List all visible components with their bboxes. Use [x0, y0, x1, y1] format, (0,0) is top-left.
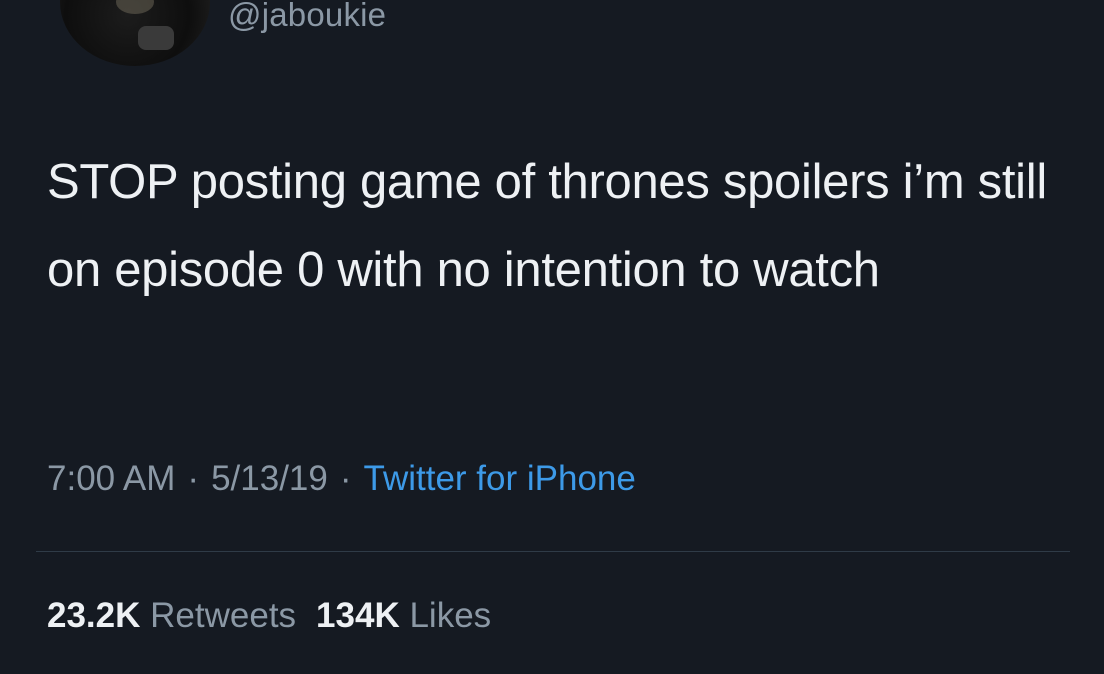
user-handle[interactable]: @jaboukie — [228, 0, 386, 34]
avatar[interactable] — [60, 0, 210, 66]
like-label: Likes — [409, 596, 492, 635]
meta-separator: · — [187, 459, 200, 498]
retweet-label: Retweets — [150, 596, 297, 635]
tweet-text: STOP posting game of thrones spoilers i’… — [47, 155, 1047, 297]
tweet-date[interactable]: 5/13/19 — [211, 459, 328, 498]
divider — [36, 551, 1070, 552]
tweet-source-link[interactable]: Twitter for iPhone — [364, 459, 636, 498]
retweets-stat[interactable]: 23.2K Retweets — [47, 596, 296, 635]
retweet-count: 23.2K — [47, 596, 141, 635]
avatar-image — [116, 0, 154, 14]
tweet-meta: 7:00 AM · 5/13/19 · Twitter for iPhone — [47, 459, 636, 499]
meta-separator: · — [339, 459, 352, 498]
tweet-stats: 23.2K Retweets 134K Likes — [47, 596, 491, 636]
tweet-card: @jaboukie STOP posting game of thrones s… — [0, 0, 1104, 674]
like-count: 134K — [316, 596, 400, 635]
likes-stat[interactable]: 134K Likes — [316, 596, 491, 635]
tweet-time[interactable]: 7:00 AM — [47, 459, 175, 498]
avatar-hand — [138, 26, 174, 50]
